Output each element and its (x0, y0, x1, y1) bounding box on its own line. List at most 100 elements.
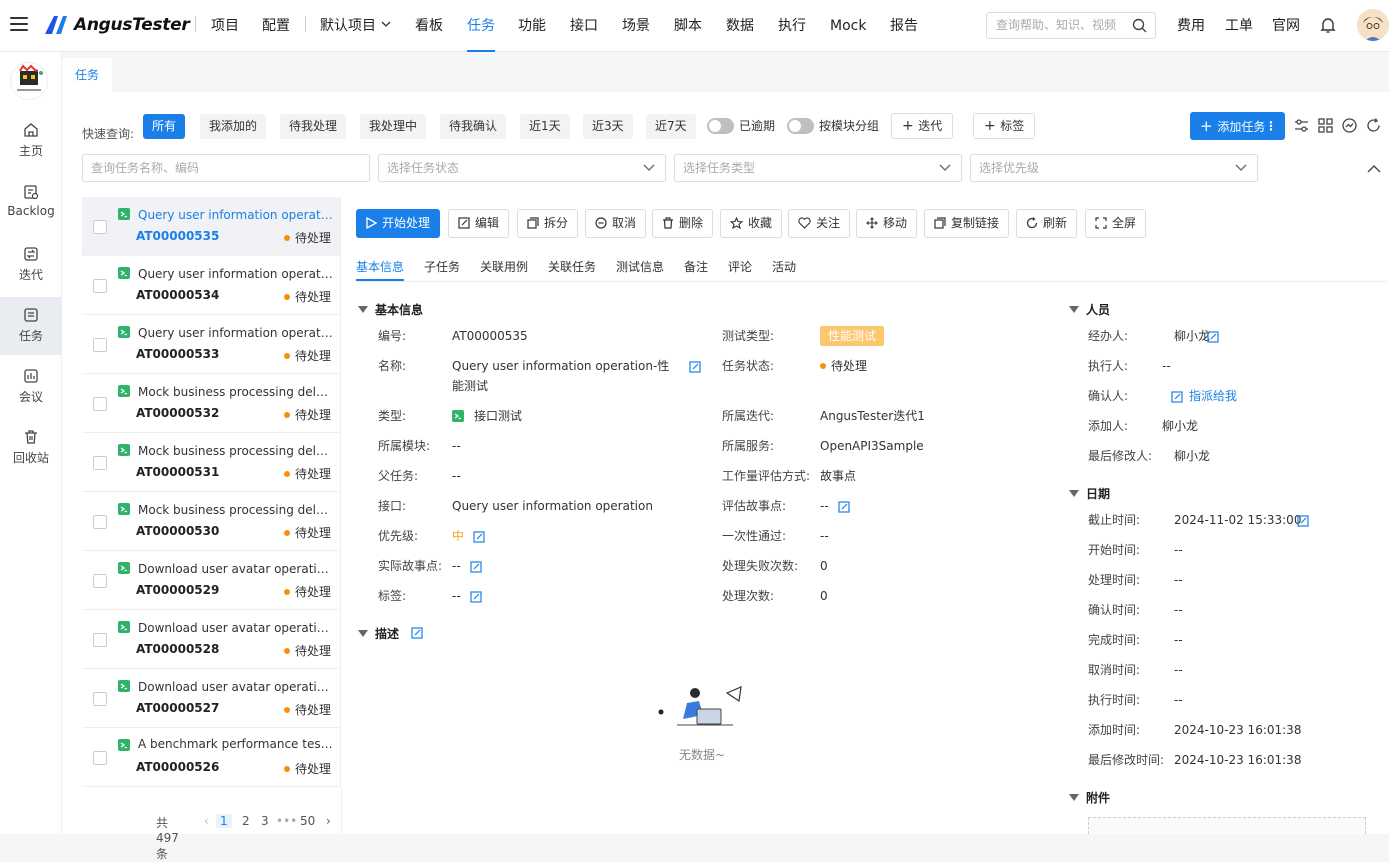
settings-sliders-icon[interactable] (1294, 118, 1309, 133)
type-select[interactable]: 选择任务类型 (674, 154, 962, 182)
refresh-button[interactable]: 刷新 (1016, 209, 1078, 238)
attachment-dropzone[interactable] (1088, 817, 1366, 834)
bell-icon[interactable] (1320, 17, 1336, 34)
sidebar-item-meeting[interactable]: 会议 (0, 358, 62, 416)
prev-page-icon[interactable]: ‹ (204, 814, 209, 828)
search-input[interactable]: 查询帮助、知识、视频 (986, 12, 1156, 39)
row-checkbox[interactable] (93, 279, 107, 293)
tab-subtasks[interactable]: 子任务 (424, 258, 460, 275)
list-item[interactable]: Download user avatar operation-稳定性测试 AT00… (82, 669, 341, 728)
page-2[interactable]: 2 (242, 814, 250, 828)
delete-button[interactable]: 删除 (652, 209, 714, 238)
section-dates[interactable]: 日期 (1069, 485, 1110, 502)
edit-button[interactable]: 编辑 (448, 209, 510, 238)
row-checkbox[interactable] (93, 456, 107, 470)
statistics-icon[interactable] (1342, 118, 1357, 133)
edit-icon[interactable] (1297, 515, 1309, 527)
list-item[interactable]: Query user information operation-性能测试 AT0… (82, 197, 341, 256)
nav-data[interactable]: 数据 (726, 0, 754, 52)
row-checkbox[interactable] (93, 574, 107, 588)
status-select[interactable]: 选择任务状态 (378, 154, 666, 182)
edit-icon[interactable] (689, 361, 701, 373)
sidebar-item-task[interactable]: 任务 (0, 297, 62, 355)
tab-comments[interactable]: 评论 (728, 258, 752, 275)
more-icon[interactable]: ⋮ (1265, 112, 1277, 140)
nav-execution[interactable]: 执行 (778, 0, 806, 52)
tab-related-tasks[interactable]: 关联任务 (548, 258, 596, 275)
sidebar-item-backlog[interactable]: Backlog (0, 174, 62, 232)
tab-test-info[interactable]: 测试信息 (616, 258, 664, 275)
section-people[interactable]: 人员 (1069, 301, 1110, 318)
list-item[interactable]: Download user avatar operation-功能测试 AT000… (82, 610, 341, 669)
page-50[interactable]: 50 (300, 814, 315, 828)
section-attachments[interactable]: 附件 (1069, 789, 1110, 806)
nav-default-project[interactable]: 默认项目 (320, 0, 392, 52)
page-ellipsis[interactable]: ••• (276, 814, 297, 828)
cancel-button[interactable]: 取消 (585, 209, 647, 238)
nav-api[interactable]: 接口 (570, 0, 598, 52)
edit-icon[interactable] (473, 531, 485, 543)
nav-mock[interactable]: Mock (830, 0, 866, 52)
row-checkbox[interactable] (93, 397, 107, 411)
tab-task[interactable]: 任务 (62, 58, 112, 92)
row-checkbox[interactable] (93, 633, 107, 647)
row-checkbox[interactable] (93, 220, 107, 234)
chip-7day[interactable]: 近7天 (646, 114, 696, 139)
row-checkbox[interactable] (93, 692, 107, 706)
grid-view-icon[interactable] (1318, 118, 1333, 133)
nav-task[interactable]: 任务 (467, 0, 495, 52)
list-item[interactable]: Mock business processing delay operation… (82, 492, 341, 551)
list-item[interactable]: Query user information operation-功能测试 AT0… (82, 256, 341, 315)
assign-to-me-link[interactable]: 指派给我 (1189, 386, 1237, 406)
edit-icon[interactable] (1171, 391, 1183, 403)
chip-waiting-me[interactable]: 待我处理 (280, 114, 347, 139)
section-basic-info[interactable]: 基本信息 (358, 301, 423, 318)
sidebar-item-home[interactable]: 主页 (0, 112, 62, 170)
tab-related-cases[interactable]: 关联用例 (480, 258, 528, 275)
tab-activity[interactable]: 活动 (772, 258, 796, 275)
chip-1day[interactable]: 近1天 (520, 114, 570, 139)
project-logo[interactable] (10, 62, 48, 100)
add-tag-filter-button[interactable]: + 标签 (973, 113, 1036, 139)
task-name-search-input[interactable]: 查询任务名称、编码 (82, 154, 370, 182)
menu-icon[interactable] (10, 17, 28, 31)
add-sprint-filter-button[interactable]: + 迭代 (891, 113, 954, 139)
row-checkbox[interactable] (93, 338, 107, 352)
row-checkbox[interactable] (93, 751, 107, 765)
section-description[interactable]: 描述 (358, 625, 399, 642)
sidebar-item-trash[interactable]: 回收站 (0, 419, 62, 477)
chip-all[interactable]: 所有 (143, 114, 186, 139)
page-3[interactable]: 3 (261, 814, 269, 828)
link-website[interactable]: 官网 (1272, 0, 1300, 52)
list-item[interactable]: Mock business processing delay operation… (82, 433, 341, 492)
split-button[interactable]: 拆分 (517, 209, 579, 238)
nav-script[interactable]: 脚本 (674, 0, 702, 52)
nav-project[interactable]: 项目 (211, 0, 239, 52)
toggle-overdue[interactable] (707, 118, 734, 134)
toggle-group-by-module[interactable] (787, 118, 814, 134)
start-processing-button[interactable]: 开始处理 (356, 209, 441, 238)
edit-icon[interactable] (1207, 331, 1219, 343)
tab-remarks[interactable]: 备注 (684, 258, 708, 275)
edit-icon[interactable] (470, 561, 482, 573)
chip-3day[interactable]: 近3天 (583, 114, 633, 139)
list-item[interactable]: Mock business processing delay operation… (82, 374, 341, 433)
list-item[interactable]: Download user avatar operation-性能测试 AT000… (82, 551, 341, 610)
refresh-icon[interactable] (1366, 118, 1381, 133)
logo[interactable]: AngusTester (44, 14, 190, 36)
copy-link-button[interactable]: 复制链接 (924, 209, 1010, 238)
row-checkbox[interactable] (93, 515, 107, 529)
chip-added-by-me[interactable]: 我添加的 (200, 114, 267, 139)
nav-report[interactable]: 报告 (890, 0, 918, 52)
nav-function[interactable]: 功能 (518, 0, 546, 52)
nav-board[interactable]: 看板 (415, 0, 443, 52)
nav-scenario[interactable]: 场景 (622, 0, 650, 52)
avatar[interactable] (1357, 9, 1389, 41)
priority-select[interactable]: 选择优先级 (970, 154, 1258, 182)
favorite-button[interactable]: 收藏 (720, 209, 783, 238)
edit-icon[interactable] (470, 591, 482, 603)
follow-button[interactable]: 关注 (788, 209, 851, 238)
add-task-button[interactable]: + 添加任务 ⋮ (1190, 112, 1285, 140)
collapse-up-icon[interactable] (1367, 164, 1381, 174)
link-billing[interactable]: 费用 (1177, 0, 1205, 52)
